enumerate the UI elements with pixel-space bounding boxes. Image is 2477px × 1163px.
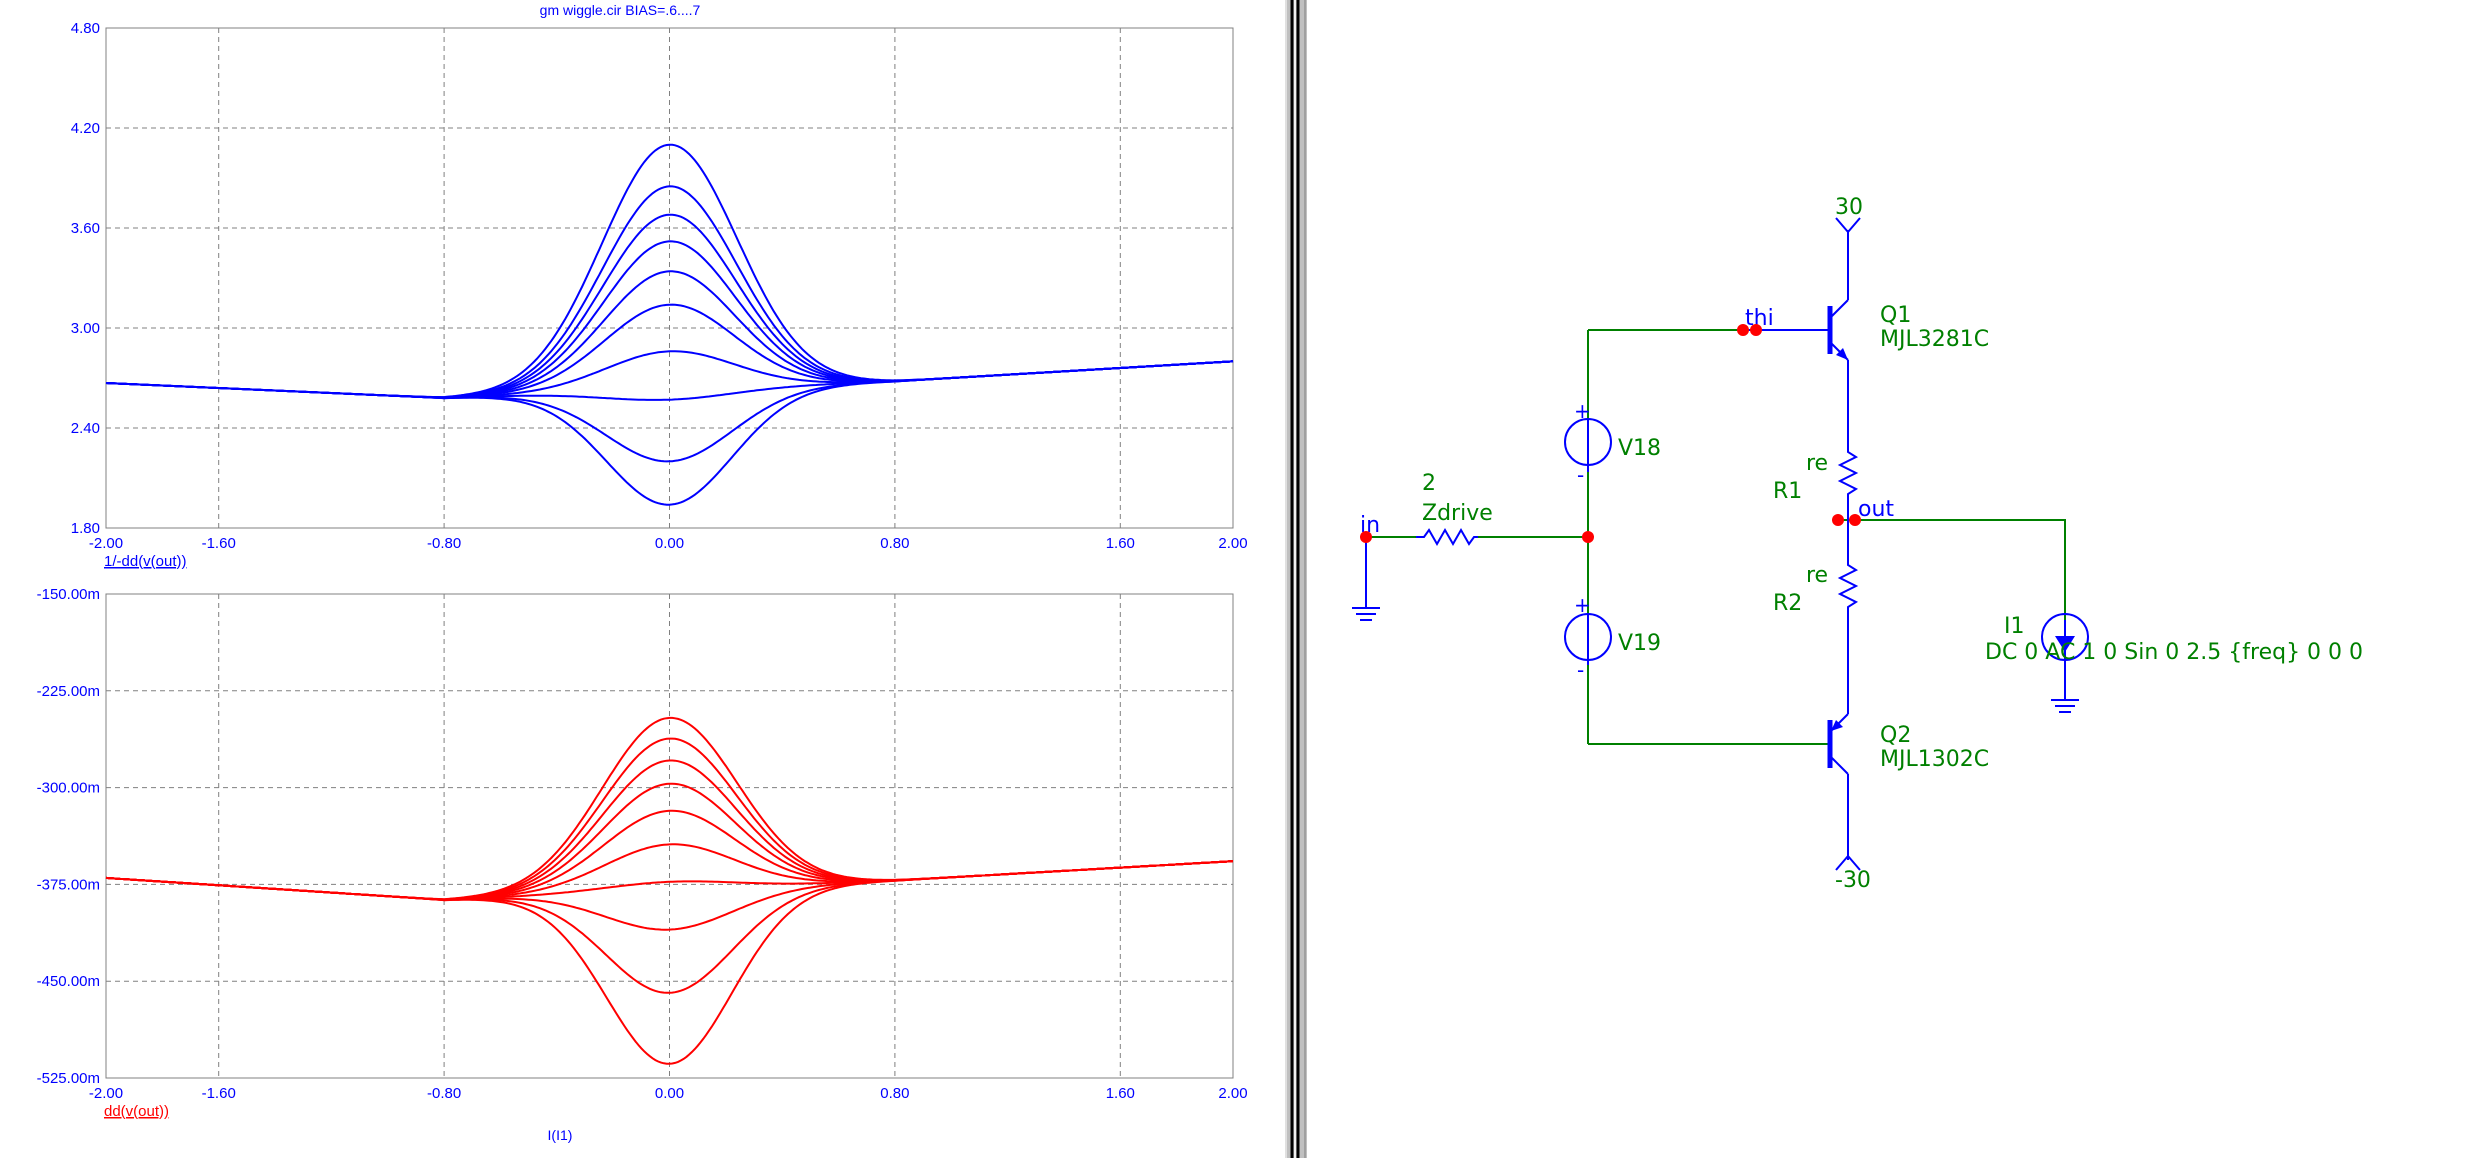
trace-1-0 (105, 716, 1234, 901)
wires (1366, 329, 2066, 745)
x-tick-label: -0.80 (427, 1085, 461, 1102)
voltage-source-v18[interactable]: + - V18 (1564, 399, 1661, 487)
transistor-q2[interactable]: -30 Q2 MJL1302C (1827, 690, 1989, 893)
x-axis-label: I(I1) (548, 1127, 573, 1143)
y-tick-label: 1.80 (71, 520, 100, 537)
vpos-label: 30 (1835, 195, 1863, 220)
plot-pane[interactable]: gm wiggle.cir BIAS=.6....7 I(I1) -2.00 -1… (0, 0, 1285, 1158)
x-tick-label: 1.60 (1106, 1085, 1135, 1102)
node-in (1360, 531, 1372, 543)
y-tick-label: 4.20 (71, 120, 100, 137)
v18-name: V18 (1618, 436, 1661, 461)
q2-name: Q2 (1880, 723, 1911, 748)
y-series-label-1: dd(v(out)) (104, 1103, 169, 1120)
schematic-canvas[interactable]: 2 Zdrive + - V18 + - V19 30 Q1 MJL3281C … (1307, 0, 2477, 1158)
x-tick-label: 0.80 (880, 1085, 909, 1102)
r2-name: R2 (1773, 591, 1802, 616)
waveform-plot[interactable]: gm wiggle.cir BIAS=.6....7 I(I1) -2.00 -1… (0, 0, 1285, 1158)
v19-name: V19 (1618, 631, 1661, 656)
node-thi-a (1737, 324, 1749, 336)
v18-plus-sign: + (1574, 399, 1591, 423)
y-tick-label: -525.00m (37, 1070, 100, 1087)
v18-minus-sign: - (1577, 463, 1584, 487)
v19-minus-sign: - (1577, 658, 1584, 682)
q1-model: MJL3281C (1880, 327, 1989, 352)
ground-symbol-in (1352, 537, 1380, 621)
x-tick-label: 2.00 (1218, 535, 1247, 552)
plot-title: gm wiggle.cir BIAS=.6....7 (540, 2, 701, 18)
x-tick-label: -1.60 (202, 535, 236, 552)
x-tick-label: -2.00 (89, 535, 123, 552)
i1-spec: DC 0 AC 1 0 Sin 0 2.5 {freq} 0 0 0 (1985, 640, 2363, 665)
y-tick-label: -375.00m (37, 876, 100, 893)
resistor-r2[interactable]: re R2 (1773, 520, 1859, 690)
y-series-label-0: 1/-dd(v(out)) (104, 553, 187, 570)
transistor-q1[interactable]: 30 Q1 MJL3281C (1743, 195, 1989, 445)
y-tick-label: -150.00m (37, 586, 100, 603)
resistor-zdrive[interactable]: 2 Zdrive (1416, 471, 1493, 547)
pane-splitter[interactable] (1285, 0, 1307, 1158)
x-tick-label: 2.00 (1218, 1085, 1247, 1102)
r1-value: re (1806, 451, 1828, 476)
x-tick-label: -0.80 (427, 535, 461, 552)
i1-name: I1 (2004, 614, 2025, 639)
q1-name: Q1 (1880, 303, 1911, 328)
y-tick-label: 4.80 (71, 20, 100, 37)
r1-name: R1 (1773, 479, 1802, 504)
y-tick-label: -450.00m (37, 973, 100, 990)
x-tick-label: 0.80 (880, 535, 909, 552)
net-label-out: out (1858, 497, 1894, 522)
zdrive-value: 2 (1422, 471, 1436, 496)
current-source-i1[interactable]: I1 DC 0 AC 1 0 Sin 0 2.5 {freq} 0 0 0 (1985, 613, 2363, 713)
node-out-b (1849, 514, 1861, 526)
q2-model: MJL1302C (1880, 747, 1989, 772)
vneg-label: -30 (1835, 868, 1871, 893)
node-out-a (1832, 514, 1844, 526)
y-tick-label: -300.00m (37, 780, 100, 797)
schematic-pane[interactable]: 2 Zdrive + - V18 + - V19 30 Q1 MJL3281C … (1307, 0, 2477, 1158)
x-tick-label: -1.60 (202, 1085, 236, 1102)
x-tick-label: -2.00 (89, 1085, 123, 1102)
resistor-r1[interactable]: re R1 (1773, 445, 1859, 520)
voltage-source-v19[interactable]: + - V19 (1564, 593, 1661, 682)
node-junction (1582, 531, 1594, 543)
x-tick-label: 0.00 (655, 1085, 684, 1102)
node-thi-b (1750, 324, 1762, 336)
y-tick-label: 2.40 (71, 420, 100, 437)
y-tick-label: 3.60 (71, 220, 100, 237)
zdrive-name: Zdrive (1422, 501, 1493, 526)
x-tick-label: 0.00 (655, 535, 684, 552)
v19-plus-sign: + (1574, 593, 1591, 617)
r2-value: re (1806, 563, 1828, 588)
y-tick-label: -225.00m (37, 683, 100, 700)
y-tick-label: 3.00 (71, 320, 100, 337)
x-tick-label: 1.60 (1106, 535, 1135, 552)
